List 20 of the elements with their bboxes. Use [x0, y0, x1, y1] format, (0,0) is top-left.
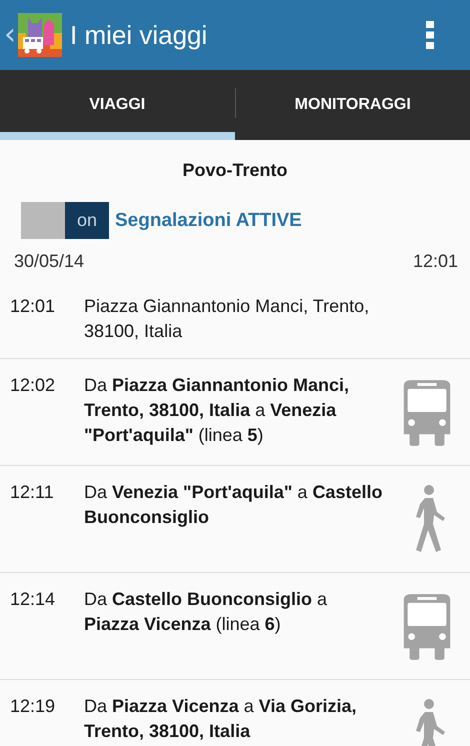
trip-title: Povo-Trento: [181, 160, 288, 181]
step-time: 12:14: [10, 588, 56, 611]
step-description: Da Piazza Vicenza a Via Gorizia, Trento, 38100, Italia: [84, 695, 358, 743]
step-description: Da Castello Buonconsiglio a Piazza Vicenza (linea 6): [84, 588, 328, 636]
app-title: I miei viaggi: [70, 20, 208, 50]
tab[interactable]: VIAGGI: [0, 70, 234, 140]
step-time: 12:01: [10, 295, 56, 318]
step-description: Da Venezia "Port'aquila" a Castello Buonconsiglio: [84, 481, 384, 529]
step-description: Da Piazza Giannantonio Manci, Trento, 38100, Italia a Venezia "Port'aquila" (linea 5): [84, 374, 350, 447]
step-description: Piazza Giannantonio Manci, Trento, 38100, Italia: [84, 295, 370, 343]
step-time: 12:19: [10, 695, 56, 718]
trip-date: 30/05/14: [14, 251, 84, 272]
step-time: 12:11: [10, 481, 55, 504]
toggle-switch[interactable]: on: [21, 202, 109, 239]
tab[interactable]: MONITORAGGI: [236, 70, 470, 140]
alerts-label: Segnalazioni ATTIVE: [115, 210, 302, 232]
app-logo-icon[interactable]: [18, 13, 62, 57]
overflow-menu-icon[interactable]: [424, 20, 436, 50]
trip-time: 12:01: [412, 251, 458, 272]
step-time: 12:02: [10, 374, 56, 397]
